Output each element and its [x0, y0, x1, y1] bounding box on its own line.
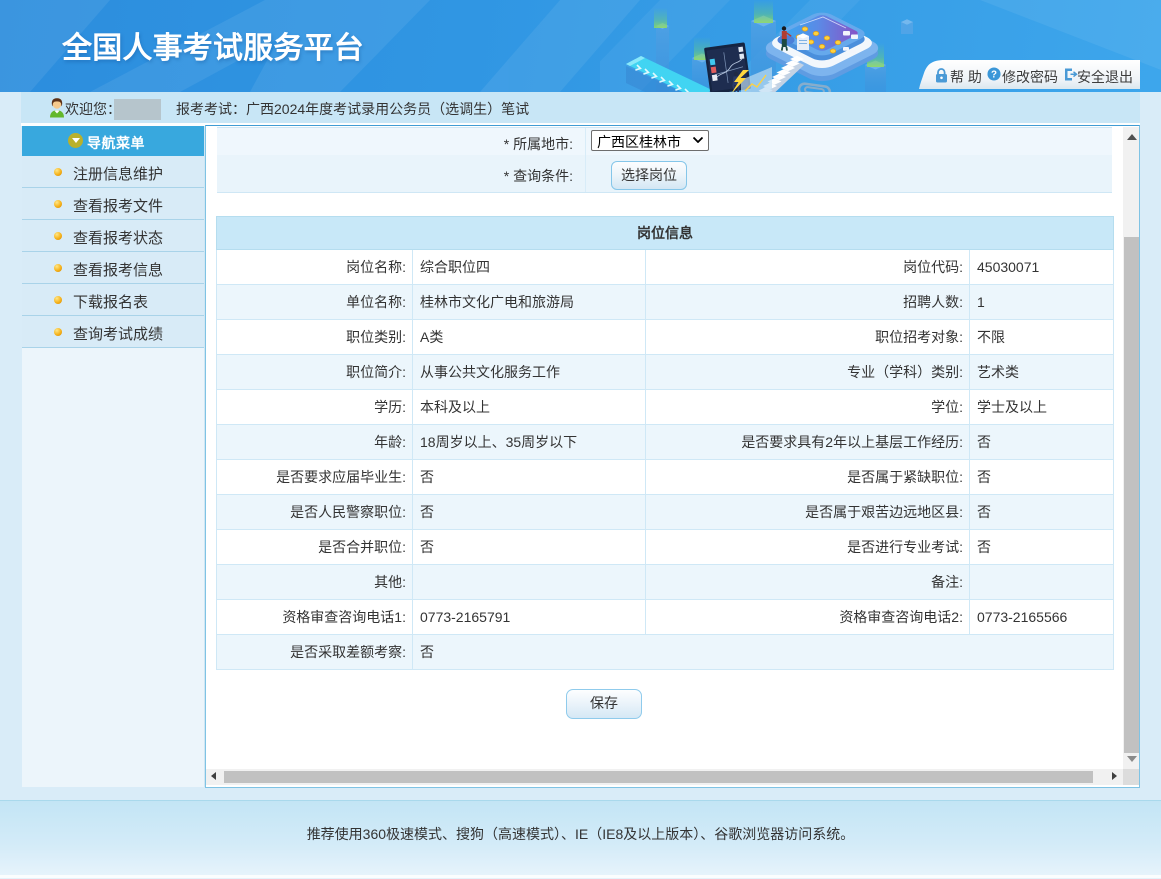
- svg-text:?: ?: [991, 70, 997, 81]
